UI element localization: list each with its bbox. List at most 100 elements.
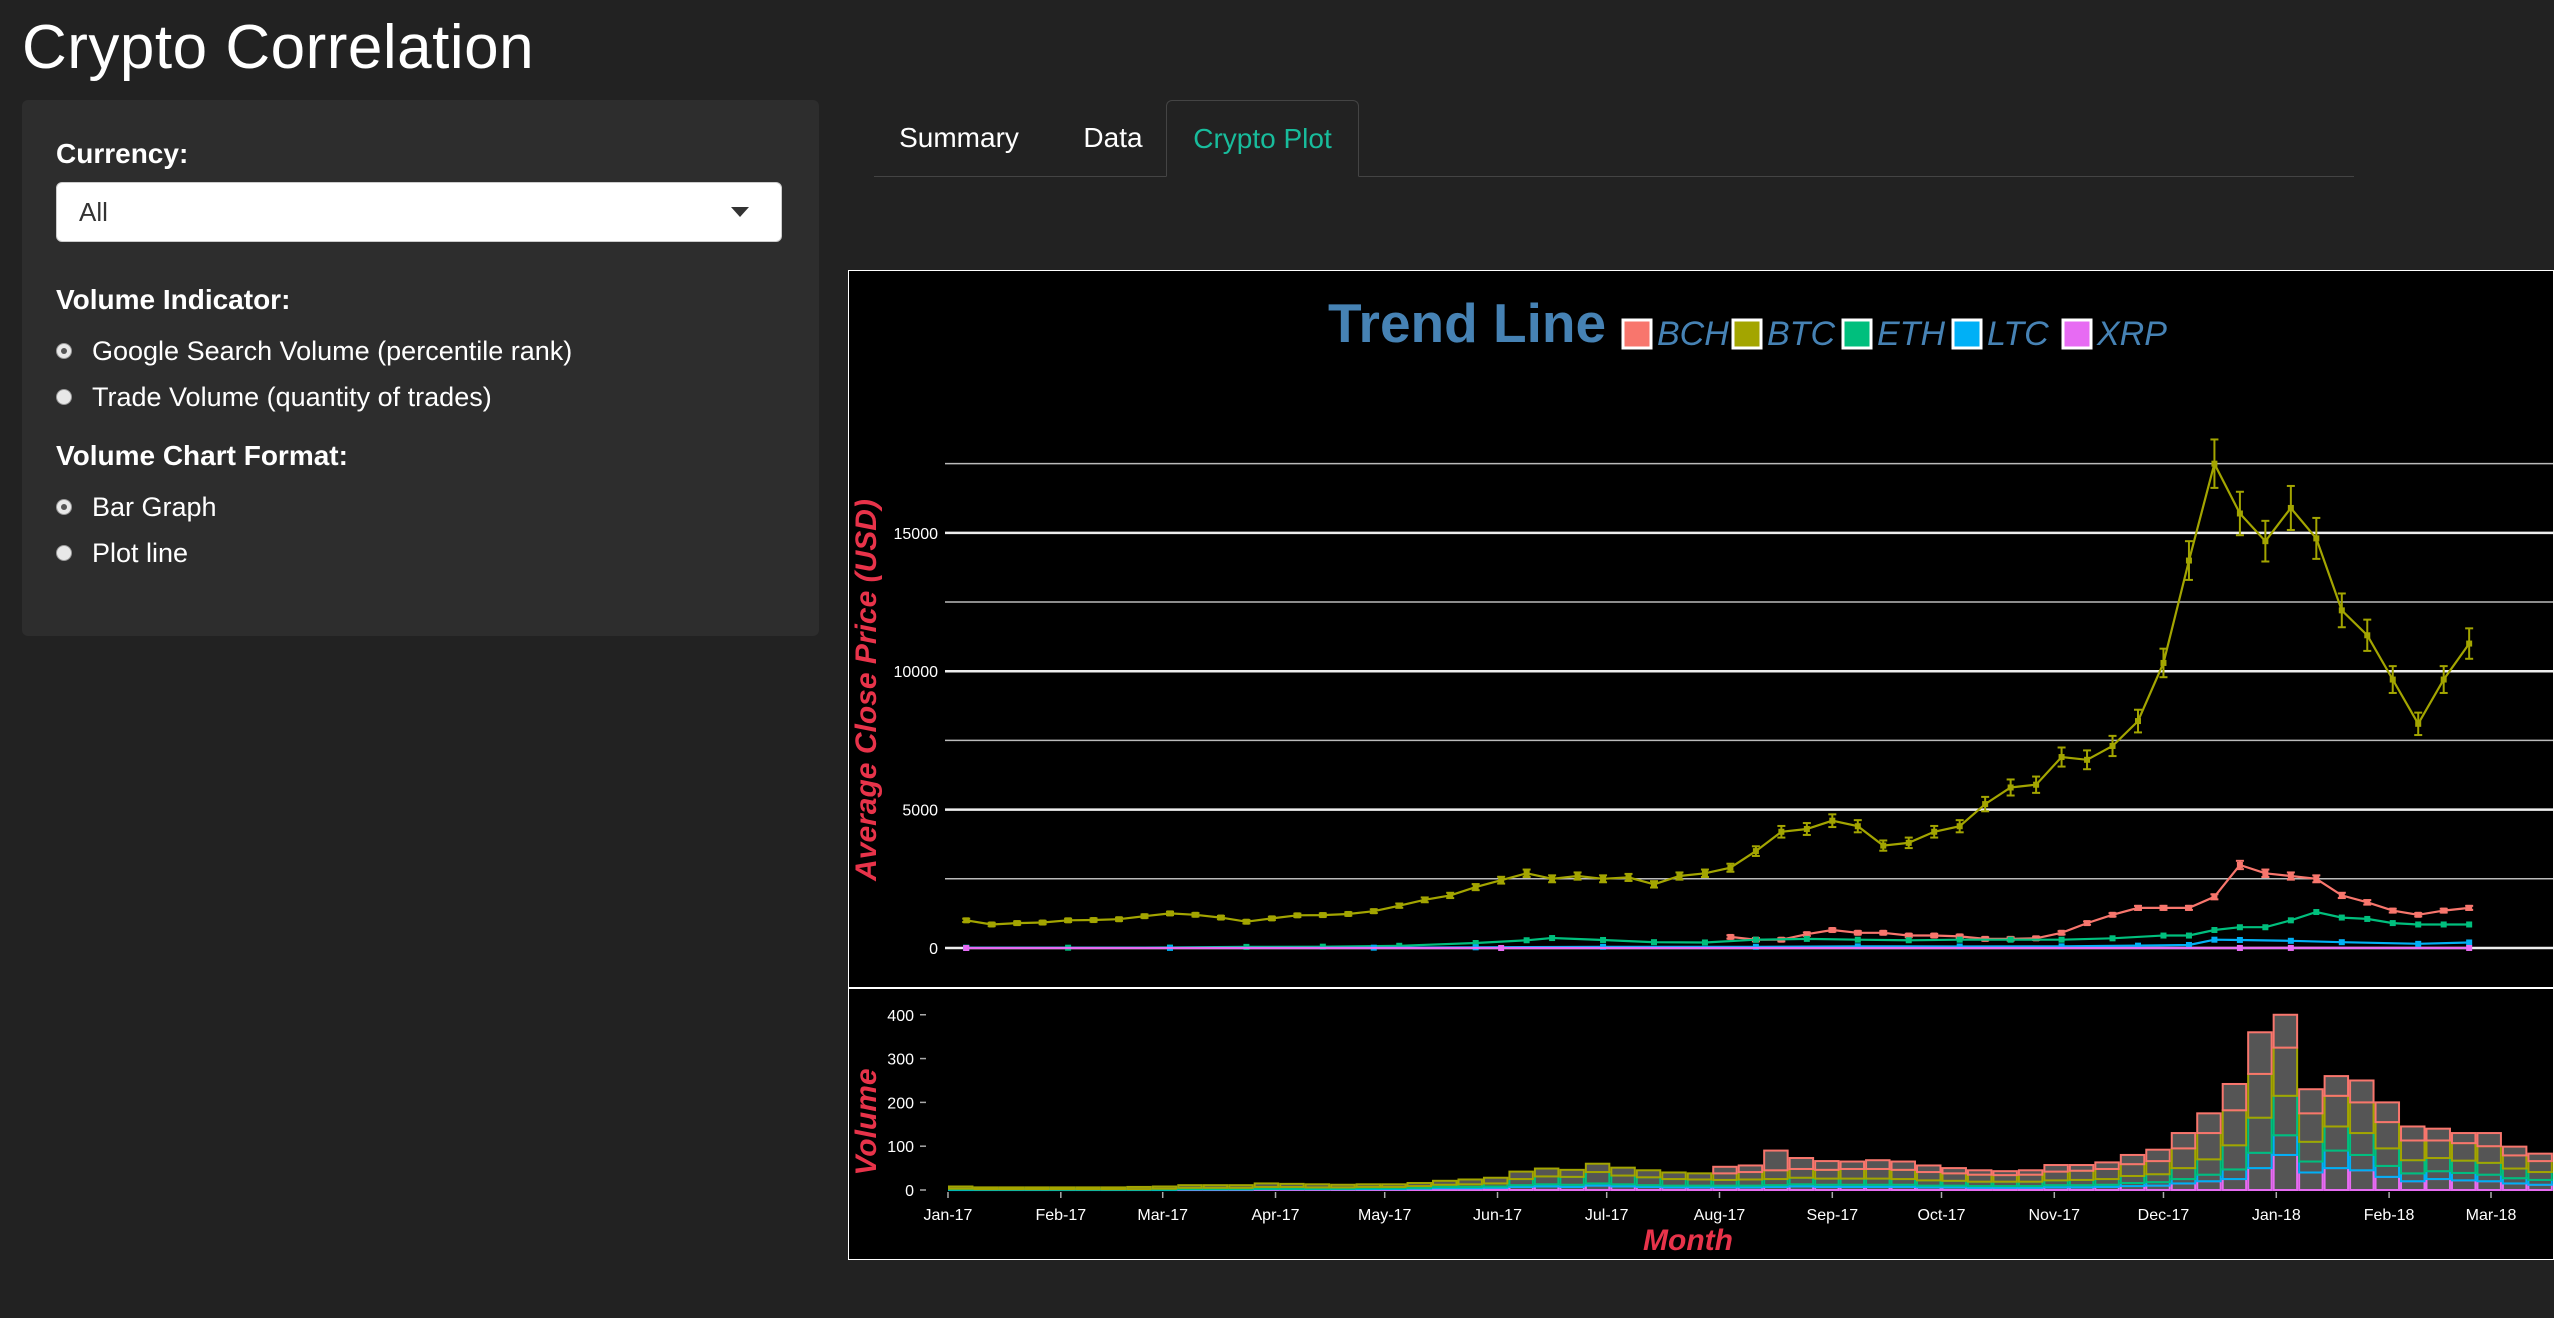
- data-point-eth: [2262, 924, 2269, 931]
- radio-button[interactable]: [56, 545, 72, 561]
- tab-summary[interactable]: Summary: [874, 100, 1044, 176]
- tab-data[interactable]: Data: [1044, 100, 1182, 176]
- volume-bar-xrp: [2476, 1180, 2502, 1192]
- volume-bar-btc: [1075, 1186, 1101, 1191]
- radio-trade-volume[interactable]: Trade Volume (quantity of trades): [56, 374, 785, 420]
- volume-bar-bch: [2400, 1125, 2426, 1142]
- volume-bar-btc: [1406, 1181, 1433, 1188]
- volume-bar-btc: [1253, 1182, 1280, 1188]
- y-tick-label: 0: [929, 941, 938, 958]
- data-point-ltc: [2338, 939, 2345, 946]
- volume-axis-label: Volume: [850, 1068, 883, 1175]
- volume-bar-btc: [1381, 1183, 1407, 1188]
- volume-bar-ltc: [2374, 1164, 2401, 1178]
- volume-bar-btc: [2425, 1139, 2451, 1160]
- volume-bar-bch: [2221, 1082, 2248, 1112]
- volume-bar-eth: [2527, 1171, 2553, 1181]
- chart-title: Trend Line: [1328, 292, 1606, 354]
- x-tick-label: Jan-18: [2252, 1207, 2301, 1224]
- volume-bar-btc: [1686, 1172, 1713, 1181]
- volume-bar-btc: [1966, 1173, 1993, 1183]
- volume-bar-bch: [2298, 1088, 2324, 1115]
- data-point-ltc: [2415, 940, 2422, 947]
- data-point-eth: [1905, 937, 1912, 944]
- volume-bar-btc: [2501, 1154, 2528, 1170]
- currency-select[interactable]: All: [56, 182, 782, 242]
- volume-bar-ltc: [2400, 1172, 2426, 1183]
- volume-bar-bch: [2425, 1127, 2451, 1142]
- volume-bar-ltc: [2349, 1153, 2375, 1172]
- volume-bar-xrp: [2349, 1169, 2375, 1191]
- data-point-xrp: [2236, 944, 2243, 951]
- sidebar-panel: Currency: All Volume Indicator: Google S…: [22, 100, 819, 636]
- volume-bar-xrp: [2425, 1178, 2451, 1191]
- volume-bar-btc: [1228, 1184, 1254, 1189]
- volume-bar-bch: [1941, 1167, 1967, 1175]
- data-point-eth: [2440, 921, 2447, 928]
- volume-bar-xrp: [2323, 1167, 2350, 1191]
- data-point-ltc: [2287, 937, 2294, 944]
- volume-bar-btc: [1788, 1167, 1815, 1179]
- data-point-eth: [1854, 936, 1861, 943]
- volume-bar-eth: [1559, 1175, 1585, 1186]
- volume-bar-btc: [1279, 1182, 1305, 1188]
- legend-swatch: [1621, 318, 1653, 350]
- volume-bar-btc: [1457, 1178, 1483, 1186]
- data-point-eth: [2313, 909, 2320, 916]
- data-point-eth: [2160, 932, 2167, 939]
- volume-bar-xrp: [2400, 1180, 2426, 1192]
- volume-bar-bch: [2068, 1164, 2095, 1172]
- radio-label: Trade Volume (quantity of trades): [92, 381, 492, 412]
- x-tick-label: Apr-17: [1252, 1207, 1300, 1224]
- volume-bar-btc: [2221, 1109, 2248, 1147]
- volume-bar-eth: [2476, 1161, 2502, 1176]
- volume-bar-btc: [1330, 1183, 1356, 1189]
- volume-bar-eth: [1635, 1176, 1662, 1187]
- radio-button[interactable]: [56, 389, 72, 405]
- volume-bar-btc: [1049, 1186, 1076, 1191]
- volume-bar-bch: [2247, 1031, 2273, 1075]
- legend-label: XRP: [2096, 315, 2167, 353]
- volume-bar-btc: [1100, 1186, 1127, 1191]
- volume-bar-btc: [1661, 1171, 1687, 1181]
- radio-button[interactable]: [56, 343, 72, 359]
- volume-bar-eth: [2501, 1167, 2528, 1180]
- radio-label: Plot line: [92, 537, 189, 568]
- y-tick-label: 10000: [894, 664, 939, 681]
- x-tick-label: Mar-18: [2466, 1207, 2517, 1224]
- volume-bar-btc: [1202, 1184, 1229, 1189]
- data-point-eth: [2236, 924, 2243, 931]
- volume-bar-eth: [2349, 1132, 2375, 1156]
- volume-bar-btc: [2170, 1147, 2197, 1170]
- x-tick-label: Nov-17: [2029, 1207, 2081, 1224]
- radio-button[interactable]: [56, 499, 72, 515]
- volume-bar-btc: [2323, 1094, 2350, 1128]
- radio-bar-graph[interactable]: Bar Graph: [56, 484, 785, 530]
- volume-bar-bch: [1737, 1164, 1764, 1174]
- volume-bar-bch: [1966, 1169, 1993, 1176]
- volume-bar-xrp: [2272, 1153, 2299, 1192]
- volume-bar-btc: [1432, 1179, 1458, 1186]
- volume-bar-eth: [2170, 1167, 2197, 1181]
- app-title: Crypto Correlation: [22, 13, 535, 82]
- volume-bar-btc: [2272, 1046, 2299, 1097]
- radio-google-search-volume[interactable]: Google Search Volume (percentile rank): [56, 328, 785, 374]
- volume-bar-btc: [1355, 1183, 1382, 1188]
- legend-label: LTC: [1987, 315, 2049, 353]
- x-tick-label: May-17: [1358, 1207, 1411, 1224]
- data-point-eth: [1752, 936, 1759, 943]
- volume-chart-format-label: Volume Chart Format:: [56, 440, 348, 471]
- volume-bar-eth: [2145, 1173, 2171, 1184]
- data-point-eth: [2466, 921, 2473, 928]
- tab-crypto-plot[interactable]: Crypto Plot: [1166, 100, 1359, 177]
- volume-bar-btc: [1865, 1167, 1891, 1180]
- data-point-eth: [2058, 936, 2065, 943]
- volume-tick-label: 400: [887, 1008, 914, 1025]
- volume-bar-eth: [2221, 1144, 2248, 1171]
- volume-bar-btc: [2068, 1169, 2095, 1181]
- data-point-ltc: [2211, 936, 2218, 943]
- volume-bar-bch: [1916, 1164, 1942, 1174]
- radio-plot-line[interactable]: Plot line: [56, 530, 785, 576]
- volume-bar-bch: [2374, 1101, 2401, 1124]
- data-point-eth: [2007, 936, 2014, 943]
